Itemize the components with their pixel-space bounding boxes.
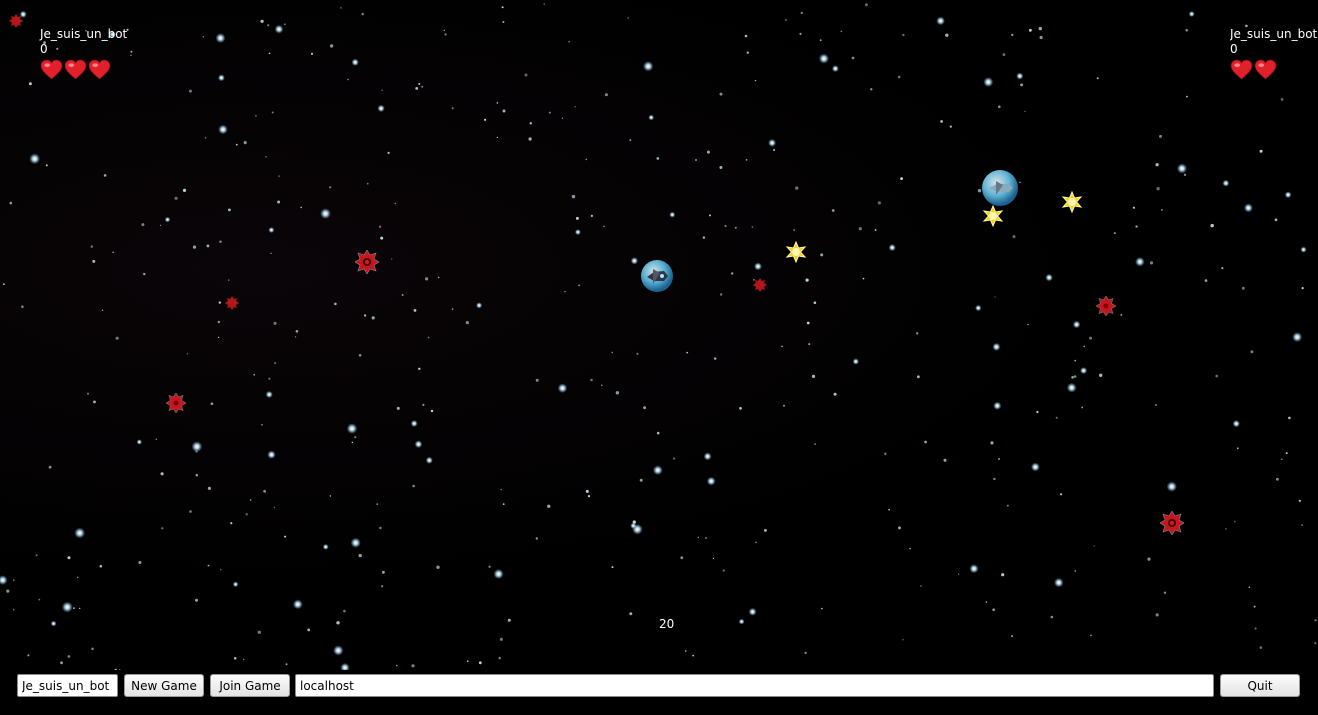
heart-icon xyxy=(88,59,111,80)
heart-icon xyxy=(1230,59,1253,80)
player-left-score: 0 xyxy=(40,42,48,56)
heart-icon xyxy=(64,59,87,80)
player-right-score: 0 xyxy=(1230,42,1238,56)
player-right-hud: Je_suis_un_bot 0 xyxy=(1230,27,1318,80)
heart-icon xyxy=(40,59,63,80)
mine-medium xyxy=(166,393,186,413)
player-left-hud: Je_suis_un_bot 0 xyxy=(40,27,127,80)
player-left-lives xyxy=(40,59,127,80)
player-right-name: Je_suis_un_bot xyxy=(1230,27,1318,41)
mine-small xyxy=(225,296,239,310)
mine-medium xyxy=(1096,296,1116,316)
quit-button[interactable]: Quit xyxy=(1220,674,1300,697)
player-ship-left xyxy=(641,260,673,292)
bonus-star xyxy=(982,205,1004,227)
new-game-button[interactable]: New Game xyxy=(124,674,204,697)
player-name-input[interactable] xyxy=(17,674,118,697)
bonus-star xyxy=(785,241,807,263)
player-left-name: Je_suis_un_bot xyxy=(40,27,128,41)
mine-large xyxy=(1160,511,1184,535)
bonus-star xyxy=(1061,191,1083,213)
join-game-button[interactable]: Join Game xyxy=(210,674,290,697)
player-right-lives xyxy=(1230,59,1318,80)
mine-large xyxy=(355,250,379,274)
game-canvas: Je_suis_un_bot 0 Je_suis_un_bot 0 20 xyxy=(0,0,1318,670)
mine-small xyxy=(753,278,767,292)
host-address-input[interactable] xyxy=(295,674,1214,697)
player-ship-right xyxy=(982,170,1018,206)
control-bar: New Game Join Game Quit xyxy=(0,670,1318,715)
heart-icon xyxy=(1254,59,1277,80)
starfield xyxy=(0,3,1317,670)
mine-small xyxy=(9,14,23,28)
round-timer: 20 xyxy=(659,617,675,631)
